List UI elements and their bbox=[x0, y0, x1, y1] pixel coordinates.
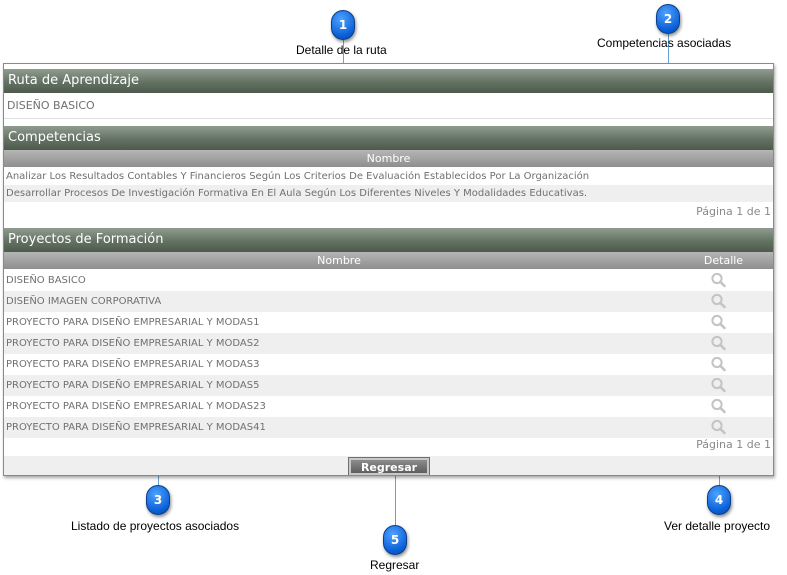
competencia-name: Analizar Los Resultados Contables Y Fina… bbox=[6, 171, 590, 182]
proyecto-name: PROYECTO PARA DISEÑO EMPRESARIAL Y MODAS… bbox=[6, 380, 260, 391]
proyecto-name: DISEÑO BASICO bbox=[6, 275, 86, 286]
proyecto-name: PROYECTO PARA DISEÑO EMPRESARIAL Y MODAS… bbox=[6, 359, 260, 370]
magnifier-icon[interactable] bbox=[709, 377, 729, 393]
callout-number-3: 3 bbox=[153, 493, 163, 507]
callout-marker-4: 4 bbox=[707, 485, 731, 515]
proyecto-row: PROYECTO PARA DISEÑO EMPRESARIAL Y MODAS… bbox=[4, 375, 773, 396]
competencias-section-header: Competencias bbox=[4, 126, 773, 150]
callout-marker-3: 3 bbox=[146, 485, 170, 515]
callout-caption-4: Ver detalle proyecto bbox=[664, 519, 771, 533]
callout-caption-3: Listado de proyectos asociados bbox=[71, 519, 240, 533]
ruta-section-title: Ruta de Aprendizaje bbox=[8, 73, 139, 88]
ruta-name-value: DISEÑO BASICO bbox=[4, 93, 773, 119]
callout-number-1: 1 bbox=[338, 18, 348, 32]
callout-number-2: 2 bbox=[663, 12, 673, 26]
proyectos-section-header: Proyectos de Formación bbox=[4, 228, 773, 252]
callout-number-5: 5 bbox=[390, 533, 400, 547]
proyecto-row: PROYECTO PARA DISEÑO EMPRESARIAL Y MODAS… bbox=[4, 312, 773, 333]
magnifier-icon[interactable] bbox=[709, 335, 729, 351]
magnifier-icon[interactable] bbox=[709, 272, 729, 288]
callout-caption-1: Detalle de la ruta bbox=[296, 43, 387, 57]
magnifier-icon[interactable] bbox=[709, 398, 729, 414]
competencias-pager: Página 1 de 1 bbox=[696, 205, 771, 218]
callout-marker-5: 5 bbox=[383, 525, 407, 555]
proyecto-name: PROYECTO PARA DISEÑO EMPRESARIAL Y MODAS… bbox=[6, 317, 260, 328]
proyecto-row: DISEÑO BASICO bbox=[4, 270, 773, 291]
proyecto-name: DISEÑO IMAGEN CORPORATIVA bbox=[6, 296, 162, 307]
magnifier-icon[interactable] bbox=[709, 293, 729, 309]
proyecto-name: PROYECTO PARA DISEÑO EMPRESARIAL Y MODAS… bbox=[6, 422, 266, 433]
regresar-button[interactable]: Regresar bbox=[348, 457, 430, 475]
callout-marker-1: 1 bbox=[331, 10, 355, 40]
competencias-section-title: Competencias bbox=[8, 130, 101, 145]
magnifier-icon[interactable] bbox=[709, 419, 729, 435]
proyecto-name: PROYECTO PARA DISEÑO EMPRESARIAL Y MODAS… bbox=[6, 338, 260, 349]
callout-number-4: 4 bbox=[714, 493, 724, 507]
route-detail-panel: Ruta de Aprendizaje DISEÑO BASICO Compet… bbox=[3, 63, 774, 476]
proyectos-col-detalle: Detalle bbox=[703, 254, 744, 267]
callout-line-5 bbox=[395, 476, 396, 526]
competencias-col-nombre: Nombre bbox=[366, 152, 411, 165]
competencias-column-header: Nombre bbox=[4, 150, 773, 167]
competencia-row: Desarrollar Procesos De Investigación Fo… bbox=[4, 185, 773, 202]
callout-marker-2: 2 bbox=[656, 4, 680, 34]
proyectos-column-header: Nombre Detalle bbox=[4, 252, 773, 269]
proyecto-name: PROYECTO PARA DISEÑO EMPRESARIAL Y MODAS… bbox=[6, 401, 266, 412]
magnifier-icon[interactable] bbox=[709, 314, 729, 330]
proyecto-row: PROYECTO PARA DISEÑO EMPRESARIAL Y MODAS… bbox=[4, 417, 773, 438]
magnifier-icon[interactable] bbox=[709, 356, 729, 372]
proyecto-row: PROYECTO PARA DISEÑO EMPRESARIAL Y MODAS… bbox=[4, 396, 773, 417]
proyectos-col-nombre: Nombre bbox=[317, 254, 361, 267]
competencia-row: Analizar Los Resultados Contables Y Fina… bbox=[4, 168, 773, 185]
proyectos-section-title: Proyectos de Formación bbox=[8, 232, 164, 247]
proyecto-row: PROYECTO PARA DISEÑO EMPRESARIAL Y MODAS… bbox=[4, 333, 773, 354]
callout-caption-5: Regresar bbox=[370, 558, 420, 572]
ruta-section-header: Ruta de Aprendizaje bbox=[4, 69, 773, 93]
proyecto-row: PROYECTO PARA DISEÑO EMPRESARIAL Y MODAS… bbox=[4, 354, 773, 375]
callout-caption-2: Competencias asociadas bbox=[597, 36, 732, 50]
proyectos-pager: Página 1 de 1 bbox=[696, 438, 771, 451]
competencia-name: Desarrollar Procesos De Investigación Fo… bbox=[6, 188, 588, 199]
proyecto-row: DISEÑO IMAGEN CORPORATIVA bbox=[4, 291, 773, 312]
